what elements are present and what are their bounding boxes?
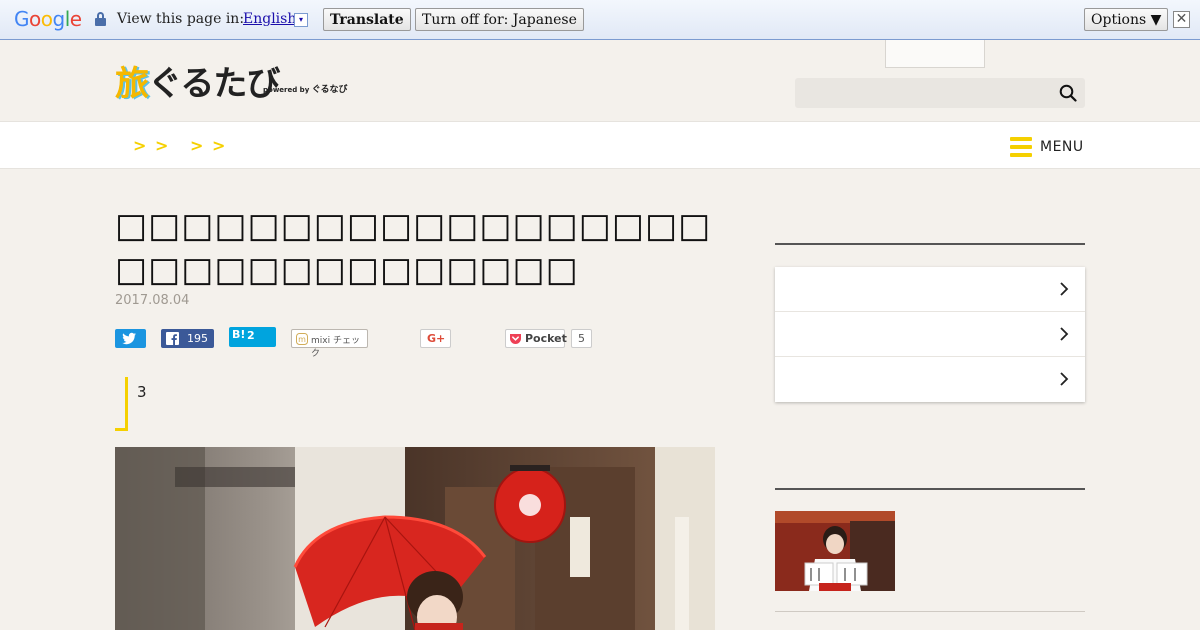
hamburger-icon <box>1010 137 1032 159</box>
chevron-right-icon <box>1060 327 1069 341</box>
logo-powered-by: powered by ぐるなび <box>263 82 348 95</box>
hatena-bookmark-count: 2 <box>247 329 255 342</box>
options-button[interactable]: Options ▼ <box>1084 8 1169 31</box>
search-icon[interactable] <box>1059 84 1077 102</box>
lock-icon <box>95 12 106 26</box>
sidebar-divider <box>775 611 1085 612</box>
chevron-right-icon <box>1060 372 1069 386</box>
turn-off-button[interactable]: Turn off for: Japanese <box>415 8 584 31</box>
logo-wordmark: 旅ぐるたび <box>115 56 280 105</box>
translate-bar: Google View this page in: English ▾ Tran… <box>0 0 1200 40</box>
pocket-count: 5 <box>571 329 592 348</box>
facebook-share-count: 195 <box>187 332 208 345</box>
close-icon[interactable]: ✕ <box>1173 11 1190 28</box>
article-date: 2017.08.04 <box>115 293 190 308</box>
article-title: □□□□□□□□□□□□□□□□□□□□□□□□□□□□□□□□ <box>115 206 712 290</box>
hatena-bookmark-button[interactable]: B! 2 <box>229 327 276 347</box>
pocket-save-button[interactable]: Pocket <box>505 329 567 348</box>
menu-label: MENU <box>1040 139 1084 155</box>
google-logo-letter: g <box>52 7 66 31</box>
powered-by-brand: ぐるなび <box>311 85 348 95</box>
menu-button[interactable]: MENU <box>1010 137 1090 159</box>
site-header: 旅ぐるたび powered by ぐるなび <box>0 40 1200 121</box>
google-logo-letter: G <box>14 7 30 31</box>
facebook-icon <box>166 332 179 345</box>
logo-kanji: 旅 <box>115 64 149 104</box>
translate-button[interactable]: Translate <box>323 8 411 31</box>
hatena-icon: B! <box>232 328 246 341</box>
twitter-share-button[interactable] <box>115 329 146 348</box>
sidebar-section-rule <box>775 488 1085 490</box>
svg-text:m: m <box>298 335 306 344</box>
mixi-check-label: mixi チェック <box>311 336 360 359</box>
sidebar-link-list <box>775 267 1085 402</box>
pocket-label: Pocket <box>525 332 567 345</box>
quote-bracket <box>115 377 128 431</box>
google-plus-button[interactable]: G+ <box>420 329 451 348</box>
logo-kana: ぐるたび <box>148 64 280 104</box>
sidebar-section-rule <box>775 243 1085 245</box>
search-box <box>795 78 1085 108</box>
site-logo[interactable]: 旅ぐるたび powered by ぐるなび <box>115 56 348 104</box>
google-logo: Google <box>14 7 82 31</box>
pocket-icon <box>510 334 521 344</box>
google-logo-letter: o <box>29 7 41 31</box>
facebook-share-button[interactable]: 195 <box>161 329 214 348</box>
mixi-icon: m <box>296 333 308 345</box>
google-plus-icon: G+ <box>427 332 446 345</box>
sidebar-article-thumbnail[interactable] <box>775 511 895 591</box>
breadcrumb-bar: > > > > MENU <box>0 121 1200 169</box>
ad-slot <box>885 40 985 68</box>
search-input[interactable] <box>795 78 1050 108</box>
article-hero-photo <box>115 447 715 630</box>
google-logo-letter: e <box>69 7 82 31</box>
breadcrumb-chevron-icon: > <box>190 136 204 155</box>
breadcrumb-chevron-icon: > <box>155 136 169 155</box>
mixi-check-button[interactable]: m mixi チェック <box>291 329 368 359</box>
twitter-icon <box>122 332 136 345</box>
language-select[interactable]: English <box>243 11 296 27</box>
google-logo-letter: o <box>40 7 53 31</box>
sidebar-link-item[interactable] <box>775 312 1085 357</box>
dropdown-caret-icon[interactable]: ▾ <box>294 13 308 27</box>
powered-by-label: powered by <box>263 86 310 94</box>
chevron-right-icon <box>1060 282 1069 296</box>
view-page-label: View this page in: <box>117 11 245 27</box>
sidebar-link-item[interactable] <box>775 267 1085 312</box>
quote-number: 3 <box>137 383 147 401</box>
breadcrumb-chevron-icon: > <box>212 136 226 155</box>
breadcrumb-chevron-icon: > <box>133 136 147 155</box>
sidebar-link-item[interactable] <box>775 357 1085 402</box>
